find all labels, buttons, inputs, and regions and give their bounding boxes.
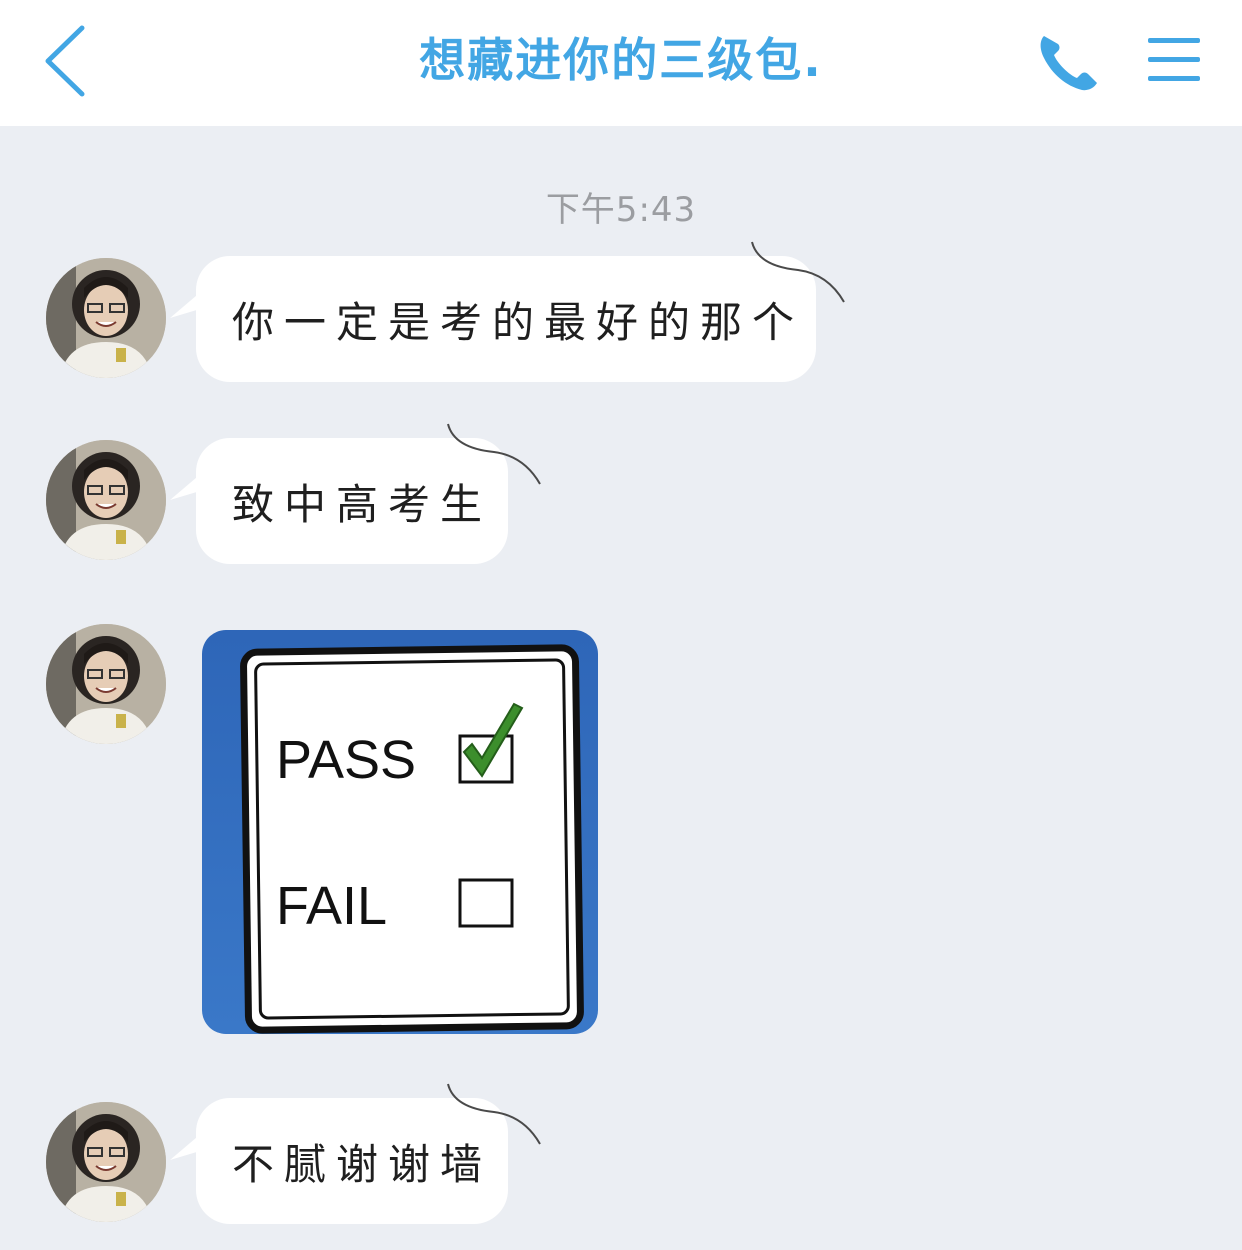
message-bubble[interactable]: 不腻谢谢墙 [170,1083,541,1224]
bubble-tail [170,466,210,500]
message-bubble[interactable]: 致中高考生 [170,423,541,564]
fail-label: FAIL [276,876,387,936]
chat-header: 想藏进你的三级包. [0,0,1242,126]
contact-avatar[interactable] [46,258,166,378]
message-bubble[interactable]: 你一定是考的最好的那个 [170,241,845,382]
bubble-tail [170,284,210,318]
pass-fail-sign-image: PASS FAIL [202,630,598,1034]
contact-avatar[interactable] [46,624,166,744]
bubble-decoration [447,1083,541,1145]
contact-avatar[interactable] [46,440,166,560]
menu-icon[interactable] [1146,34,1202,86]
message-timestamp: 下午5:43 [545,190,697,230]
image-message[interactable]: PASS FAIL [202,630,598,1034]
bubble-decoration [447,423,541,485]
contact-avatar[interactable] [46,1102,166,1222]
phone-icon[interactable] [1036,30,1102,92]
message-text: 你一定是考的最好的那个 [232,297,805,347]
bubble-decoration [751,241,845,303]
bubble-tail [170,1126,210,1160]
pass-label: PASS [276,730,416,790]
